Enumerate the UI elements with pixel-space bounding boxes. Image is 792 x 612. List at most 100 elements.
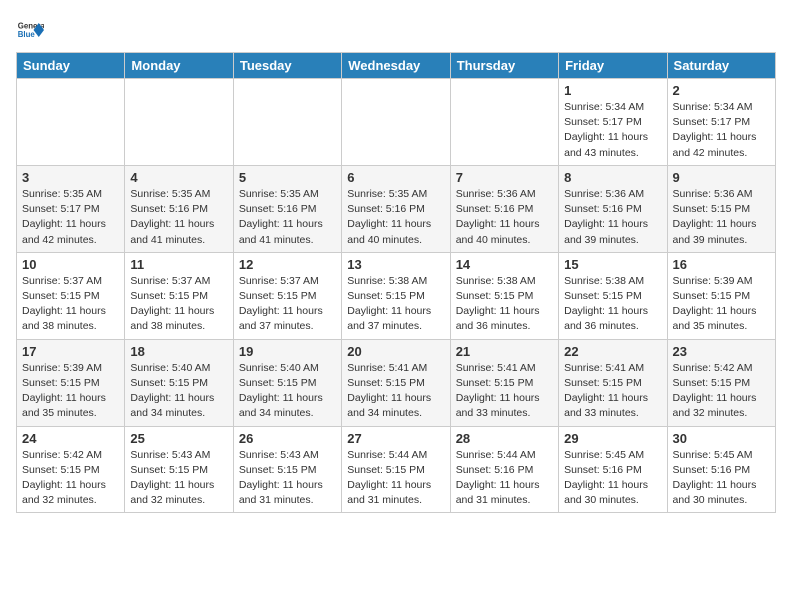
day-info: Sunrise: 5:35 AM Sunset: 5:16 PM Dayligh… <box>239 187 336 248</box>
day-info: Sunrise: 5:43 AM Sunset: 5:15 PM Dayligh… <box>239 448 336 509</box>
calendar-cell: 25Sunrise: 5:43 AM Sunset: 5:15 PM Dayli… <box>125 426 233 513</box>
calendar-cell: 26 Sunrise: 5:43 AM Sunset: 5:15 PM Dayli… <box>233 426 341 513</box>
day-info: Sunrise: 5:38 AM Sunset: 5:15 PM Dayligh… <box>347 274 444 335</box>
page-header: General Blue <box>16 16 776 44</box>
calendar-cell: 13 Sunrise: 5:38 AM Sunset: 5:15 PM Dayli… <box>342 252 450 339</box>
calendar-cell: 14 Sunrise: 5:38 AM Sunset: 5:15 PM Dayli… <box>450 252 558 339</box>
calendar-header-row: SundayMondayTuesdayWednesdayThursdayFrid… <box>17 53 776 79</box>
day-number: 11 <box>130 257 227 272</box>
calendar-cell: 5 Sunrise: 5:35 AM Sunset: 5:16 PM Daylig… <box>233 165 341 252</box>
day-info: Sunrise: 5:41 AM Sunset: 5:15 PM Dayligh… <box>564 361 661 422</box>
day-number: 19 <box>239 344 336 359</box>
day-number: 23 <box>673 344 770 359</box>
day-number: 18 <box>130 344 227 359</box>
day-number: 2 <box>673 83 770 98</box>
calendar-cell: 24 Sunrise: 5:42 AM Sunset: 5:15 PM Dayli… <box>17 426 125 513</box>
day-number: 28 <box>456 431 553 446</box>
day-number: 29 <box>564 431 661 446</box>
day-info: Sunrise: 5:37 AM Sunset: 5:15 PM Dayligh… <box>22 274 119 335</box>
calendar-cell: 15 Sunrise: 5:38 AM Sunset: 5:15 PM Dayli… <box>559 252 667 339</box>
day-number: 27 <box>347 431 444 446</box>
day-number: 15 <box>564 257 661 272</box>
weekday-header-thursday: Thursday <box>450 53 558 79</box>
calendar-cell: 29 Sunrise: 5:45 AM Sunset: 5:16 PM Dayli… <box>559 426 667 513</box>
day-number: 8 <box>564 170 661 185</box>
calendar-cell: 10Sunrise: 5:37 AM Sunset: 5:15 PM Dayli… <box>17 252 125 339</box>
logo-icon: General Blue <box>16 16 44 44</box>
day-info: Sunrise: 5:39 AM Sunset: 5:15 PM Dayligh… <box>673 274 770 335</box>
calendar-cell: 11 Sunrise: 5:37 AM Sunset: 5:15 PM Dayli… <box>125 252 233 339</box>
calendar-cell: 8 Sunrise: 5:36 AM Sunset: 5:16 PM Daylig… <box>559 165 667 252</box>
calendar-cell: 22 Sunrise: 5:41 AM Sunset: 5:15 PM Dayli… <box>559 339 667 426</box>
day-info: Sunrise: 5:35 AM Sunset: 5:17 PM Dayligh… <box>22 187 119 248</box>
calendar-cell <box>125 79 233 166</box>
calendar-cell: 17 Sunrise: 5:39 AM Sunset: 5:15 PM Dayli… <box>17 339 125 426</box>
calendar-cell: 6 Sunrise: 5:35 AM Sunset: 5:16 PM Daylig… <box>342 165 450 252</box>
day-info: Sunrise: 5:35 AM Sunset: 5:16 PM Dayligh… <box>347 187 444 248</box>
calendar-week-4: 17 Sunrise: 5:39 AM Sunset: 5:15 PM Dayli… <box>17 339 776 426</box>
calendar-week-1: 1 Sunrise: 5:34 AM Sunset: 5:17 PM Daylig… <box>17 79 776 166</box>
calendar-cell: 3 Sunrise: 5:35 AM Sunset: 5:17 PM Daylig… <box>17 165 125 252</box>
calendar-cell: 12 Sunrise: 5:37 AM Sunset: 5:15 PM Dayli… <box>233 252 341 339</box>
day-info: Sunrise: 5:35 AM Sunset: 5:16 PM Dayligh… <box>130 187 227 248</box>
calendar-cell <box>17 79 125 166</box>
day-info: Sunrise: 5:34 AM Sunset: 5:17 PM Dayligh… <box>673 100 770 161</box>
day-info: Sunrise: 5:43 AM Sunset: 5:15 PM Dayligh… <box>130 448 227 509</box>
day-info: Sunrise: 5:42 AM Sunset: 5:15 PM Dayligh… <box>673 361 770 422</box>
day-info: Sunrise: 5:37 AM Sunset: 5:15 PM Dayligh… <box>239 274 336 335</box>
calendar-cell <box>342 79 450 166</box>
day-info: Sunrise: 5:40 AM Sunset: 5:15 PM Dayligh… <box>239 361 336 422</box>
day-number: 7 <box>456 170 553 185</box>
day-info: Sunrise: 5:38 AM Sunset: 5:15 PM Dayligh… <box>564 274 661 335</box>
day-number: 22 <box>564 344 661 359</box>
day-info: Sunrise: 5:42 AM Sunset: 5:15 PM Dayligh… <box>22 448 119 509</box>
calendar-cell: 2 Sunrise: 5:34 AM Sunset: 5:17 PM Daylig… <box>667 79 775 166</box>
calendar-cell: 1 Sunrise: 5:34 AM Sunset: 5:17 PM Daylig… <box>559 79 667 166</box>
day-number: 13 <box>347 257 444 272</box>
calendar-cell: 4 Sunrise: 5:35 AM Sunset: 5:16 PM Daylig… <box>125 165 233 252</box>
svg-text:Blue: Blue <box>18 30 36 39</box>
calendar-cell: 19 Sunrise: 5:40 AM Sunset: 5:15 PM Dayli… <box>233 339 341 426</box>
calendar-cell: 20 Sunrise: 5:41 AM Sunset: 5:15 PM Dayli… <box>342 339 450 426</box>
logo: General Blue <box>16 16 44 44</box>
day-number: 21 <box>456 344 553 359</box>
day-number: 30 <box>673 431 770 446</box>
day-info: Sunrise: 5:44 AM Sunset: 5:16 PM Dayligh… <box>456 448 553 509</box>
day-number: 3 <box>22 170 119 185</box>
day-number: 6 <box>347 170 444 185</box>
day-info: Sunrise: 5:36 AM Sunset: 5:15 PM Dayligh… <box>673 187 770 248</box>
day-number: 24 <box>22 431 119 446</box>
day-info: Sunrise: 5:40 AM Sunset: 5:15 PM Dayligh… <box>130 361 227 422</box>
day-number: 17 <box>22 344 119 359</box>
day-info: Sunrise: 5:36 AM Sunset: 5:16 PM Dayligh… <box>564 187 661 248</box>
day-number: 14 <box>456 257 553 272</box>
day-number: 9 <box>673 170 770 185</box>
day-number: 5 <box>239 170 336 185</box>
calendar-cell: 7Sunrise: 5:36 AM Sunset: 5:16 PM Daylig… <box>450 165 558 252</box>
day-info: Sunrise: 5:41 AM Sunset: 5:15 PM Dayligh… <box>456 361 553 422</box>
calendar-week-2: 3 Sunrise: 5:35 AM Sunset: 5:17 PM Daylig… <box>17 165 776 252</box>
calendar-table: SundayMondayTuesdayWednesdayThursdayFrid… <box>16 52 776 513</box>
weekday-header-sunday: Sunday <box>17 53 125 79</box>
day-number: 12 <box>239 257 336 272</box>
day-number: 16 <box>673 257 770 272</box>
day-number: 20 <box>347 344 444 359</box>
day-info: Sunrise: 5:41 AM Sunset: 5:15 PM Dayligh… <box>347 361 444 422</box>
calendar-cell: 28 Sunrise: 5:44 AM Sunset: 5:16 PM Dayli… <box>450 426 558 513</box>
calendar-cell <box>450 79 558 166</box>
weekday-header-saturday: Saturday <box>667 53 775 79</box>
day-number: 4 <box>130 170 227 185</box>
calendar-cell: 16 Sunrise: 5:39 AM Sunset: 5:15 PM Dayli… <box>667 252 775 339</box>
calendar-cell: 21 Sunrise: 5:41 AM Sunset: 5:15 PM Dayli… <box>450 339 558 426</box>
calendar-cell: 9 Sunrise: 5:36 AM Sunset: 5:15 PM Daylig… <box>667 165 775 252</box>
day-info: Sunrise: 5:34 AM Sunset: 5:17 PM Dayligh… <box>564 100 661 161</box>
day-number: 26 <box>239 431 336 446</box>
calendar-week-5: 24 Sunrise: 5:42 AM Sunset: 5:15 PM Dayli… <box>17 426 776 513</box>
calendar-cell: 23 Sunrise: 5:42 AM Sunset: 5:15 PM Dayli… <box>667 339 775 426</box>
day-info: Sunrise: 5:38 AM Sunset: 5:15 PM Dayligh… <box>456 274 553 335</box>
day-number: 1 <box>564 83 661 98</box>
calendar-week-3: 10Sunrise: 5:37 AM Sunset: 5:15 PM Dayli… <box>17 252 776 339</box>
day-info: Sunrise: 5:39 AM Sunset: 5:15 PM Dayligh… <box>22 361 119 422</box>
day-info: Sunrise: 5:37 AM Sunset: 5:15 PM Dayligh… <box>130 274 227 335</box>
day-info: Sunrise: 5:45 AM Sunset: 5:16 PM Dayligh… <box>564 448 661 509</box>
